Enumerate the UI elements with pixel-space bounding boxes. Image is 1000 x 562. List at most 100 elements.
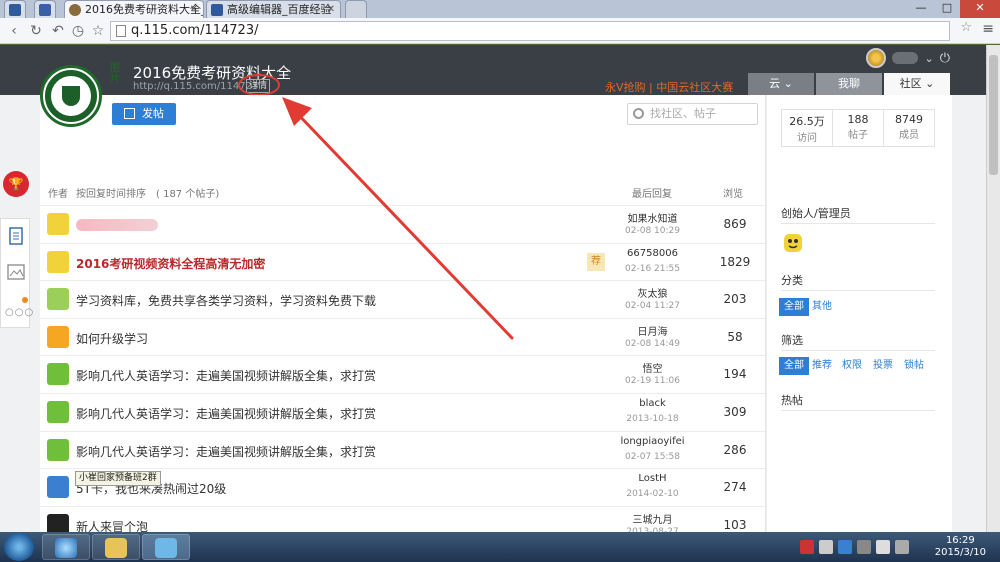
author-avatar[interactable]: [47, 513, 69, 532]
avatar[interactable]: [866, 48, 887, 68]
favorite-star-icon[interactable]: ☆: [960, 20, 972, 35]
filter-locked-chip[interactable]: 锁帖: [899, 357, 929, 375]
author-avatar[interactable]: [47, 213, 69, 235]
minimize-button[interactable]: —: [908, 0, 934, 18]
author-avatar[interactable]: [47, 438, 69, 461]
filter-vote-chip[interactable]: 投票: [868, 357, 898, 375]
post-title-link[interactable]: 如何升级学习: [76, 330, 148, 347]
tab-close-icon[interactable]: ✕: [190, 1, 198, 18]
volume-icon[interactable]: [876, 540, 890, 554]
power-icon[interactable]: ⏻: [940, 51, 950, 66]
tab-close-icon[interactable]: ✕: [327, 1, 335, 18]
post-title-link[interactable]: 2016考研视频资料全程高清无加密: [76, 255, 265, 272]
last-reply-user[interactable]: 66758006: [605, 248, 700, 259]
trophy-icon[interactable]: 🏆: [3, 171, 29, 197]
filter-heading: 筛选: [781, 334, 803, 347]
promo-link[interactable]: 永V抢购 | 中国云社区大赛: [605, 79, 733, 95]
tray-icon[interactable]: [838, 540, 852, 554]
post-title-link[interactable]: 新人来冒个泡: [76, 518, 148, 532]
tray-icon[interactable]: [857, 540, 871, 554]
founder-heading: 创始人/管理员: [781, 207, 851, 220]
clock[interactable]: 16:29 2015/3/10: [935, 535, 986, 559]
author-avatar[interactable]: [47, 250, 69, 273]
table-row[interactable]: 学习资料库，免费共享各类学习资料，学习资料免费下载 灰太狼 02-04 11:27 2…: [40, 280, 766, 317]
page-icon: [39, 4, 51, 16]
author-avatar[interactable]: [47, 363, 69, 386]
col-views: 浏览: [723, 189, 743, 200]
post-title-link[interactable]: 学习资料库，免费共享各类学习资料，学习资料免费下载: [76, 292, 376, 309]
tray-icon[interactable]: [819, 540, 833, 554]
undo-icon[interactable]: ↶: [48, 21, 68, 41]
taskbar-folder[interactable]: [92, 534, 140, 560]
table-row[interactable]: 影响几代人英语学习：走遍美国视频讲解版全集，求打赏 longpiaoyifei 02…: [40, 430, 766, 468]
edit-icon: [124, 108, 135, 119]
table-row[interactable]: 2016考研视频资料全程高清无加密 荐 66758006 02-16 21:55 182…: [40, 242, 766, 280]
circle-logo[interactable]: [40, 65, 102, 127]
tab-chat[interactable]: 我聊: [816, 73, 882, 95]
tab-circle[interactable]: 2016免费考研资料大全_1 ✕: [64, 0, 204, 18]
menu-icon[interactable]: ≡: [982, 21, 994, 37]
last-reply-user[interactable]: 如果水知道: [605, 210, 700, 225]
maximize-button[interactable]: □: [934, 0, 960, 18]
user-menu[interactable]: ⌄ ⏻: [866, 48, 950, 68]
table-header: 作者 按回复时间排序 ( 187 个帖子) 最后回复 浏览: [40, 185, 766, 200]
close-button[interactable]: ✕: [960, 0, 1000, 18]
filter-permission-chip[interactable]: 权限: [837, 357, 867, 375]
author-avatar[interactable]: [47, 325, 69, 348]
table-row[interactable]: 影响几代人英语学习：走遍美国视频讲解版全集，求打赏 black 2013-10-18…: [40, 393, 766, 430]
table-row[interactable]: 影响几代人英语学习：走遍美国视频讲解版全集，求打赏 悟空 02-19 11:06 19…: [40, 355, 766, 392]
page-scrollbar[interactable]: [986, 45, 1000, 532]
table-row[interactable]: 如何升级学习 日月海 02-08 14:49 58: [40, 317, 766, 355]
post-list-panel: 发帖 找社区、帖子 作者 按回复时间排序 ( 187 个帖子) 最后回复 浏览 …: [40, 95, 766, 532]
history-icon[interactable]: ◷: [68, 21, 88, 41]
author-avatar[interactable]: [47, 476, 69, 499]
tab-community[interactable]: 社区 ⌄: [884, 73, 950, 95]
watermark-url: jingyan.baidu.com: [808, 516, 928, 531]
post-title-link[interactable]: 影响几代人英语学习：走遍美国视频讲解版全集，求打赏: [76, 405, 376, 422]
tab-pinned-2[interactable]: [34, 0, 56, 18]
tab-cloud[interactable]: 云 ⌄: [748, 73, 814, 95]
tab-pinned-1[interactable]: [4, 0, 26, 18]
category-all-chip[interactable]: 全部: [779, 298, 809, 316]
new-tab-button[interactable]: [345, 0, 367, 18]
taskbar-browser[interactable]: [42, 534, 90, 560]
start-button[interactable]: [4, 533, 34, 561]
network-icon[interactable]: [895, 540, 909, 554]
last-reply-user[interactable]: black: [605, 398, 700, 409]
author-avatar[interactable]: [47, 288, 69, 311]
category-other-chip[interactable]: 其他: [807, 298, 837, 316]
tray-icon[interactable]: [800, 540, 814, 554]
document-icon[interactable]: [7, 227, 25, 245]
last-reply-user[interactable]: 悟空: [605, 360, 700, 375]
football-association-emblem: [45, 70, 97, 122]
last-reply-user[interactable]: LostH: [605, 473, 700, 484]
last-reply-user[interactable]: 日月海: [605, 323, 700, 338]
blurred-title[interactable]: [76, 219, 158, 231]
more-icon[interactable]: ○○○: [5, 307, 34, 318]
tab-editor[interactable]: 高级编辑器_百度经验 ✕: [206, 0, 341, 18]
new-post-button[interactable]: 发帖: [112, 103, 176, 125]
post-title-link[interactable]: 影响几代人英语学习：走遍美国视频讲解版全集，求打赏: [76, 443, 376, 460]
founder-avatar[interactable]: [781, 231, 805, 255]
scrollbar-thumb[interactable]: [989, 55, 998, 175]
bookmark-star-icon[interactable]: ☆: [88, 21, 108, 41]
address-toolbar: ‹ ↻ ↶ ◷ ☆ q.115.com/114723/ ☆ ≡: [0, 18, 1000, 44]
reload-icon[interactable]: ↻: [26, 21, 46, 41]
filter-recommended-chip[interactable]: 推荐: [807, 357, 837, 375]
view-count: 194: [723, 367, 747, 382]
taskbar-chat[interactable]: [142, 534, 190, 560]
search-input[interactable]: 找社区、帖子: [627, 103, 758, 125]
sort-dropdown[interactable]: 按回复时间排序: [76, 185, 146, 200]
post-title-link[interactable]: 影响几代人英语学习：走遍美国视频讲解版全集，求打赏: [76, 367, 376, 384]
last-reply-user[interactable]: 三城九月: [605, 511, 700, 526]
image-icon[interactable]: [7, 263, 25, 281]
filter-all-chip[interactable]: 全部: [779, 357, 809, 375]
last-reply-user[interactable]: longpiaoyifei: [605, 436, 700, 447]
chevron-down-icon[interactable]: ⌄: [924, 52, 933, 65]
table-row[interactable]: 新人来冒个泡 三城九月 2013-08-27 103: [40, 505, 766, 532]
last-reply-user[interactable]: 灰太狼: [605, 285, 700, 300]
url-field[interactable]: q.115.com/114723/: [110, 21, 950, 41]
back-icon[interactable]: ‹: [4, 21, 24, 41]
table-row[interactable]: 如果水知道 02-08 10:29 869: [40, 205, 766, 242]
author-avatar[interactable]: [47, 401, 69, 423]
